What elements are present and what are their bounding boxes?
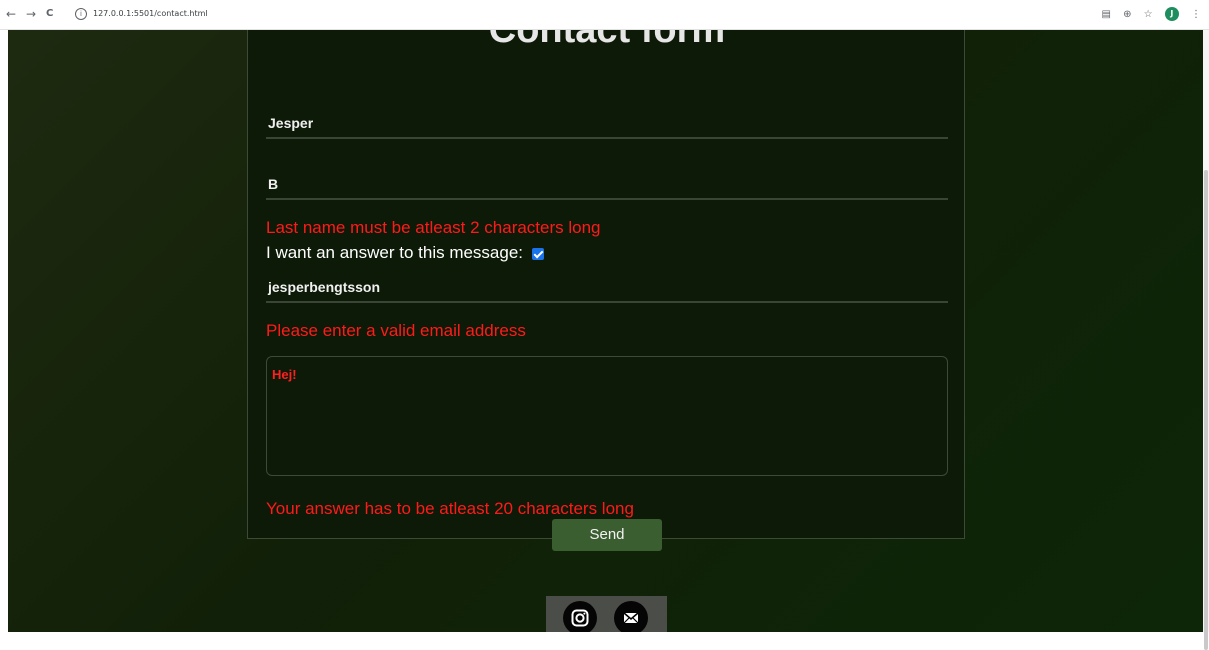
toolbar-icons: ▤ ⊕ ☆ J ⋮ <box>1092 7 1201 23</box>
instagram-link[interactable] <box>563 601 597 632</box>
zoom-icon[interactable]: ⊕ <box>1123 9 1131 20</box>
menu-kebab-icon[interactable]: ⋮ <box>1191 9 1201 20</box>
send-button[interactable]: Send <box>552 519 662 551</box>
mail-link[interactable] <box>614 601 648 632</box>
first-name-input[interactable]: Jesper <box>266 103 948 139</box>
message-error: Your answer has to be atleast 20 charact… <box>266 499 634 518</box>
url-text: 127.0.0.1:5501/contact.html <box>93 9 208 18</box>
answer-checkbox-row: I want an answer to this message: <box>266 243 544 263</box>
browser-toolbar: ← → C i 127.0.0.1:5501/contact.html ▤ ⊕ ☆… <box>0 0 1209 30</box>
form-title: Contact form <box>488 30 726 51</box>
back-button[interactable]: ← <box>6 6 16 22</box>
message-value: Hej! <box>272 367 297 382</box>
reload-button[interactable]: C <box>46 6 53 22</box>
answer-checkbox[interactable] <box>531 247 544 260</box>
mail-icon <box>623 612 639 624</box>
scrollbar-thumb[interactable] <box>1204 170 1208 650</box>
email-value: jesperbengtsson <box>268 279 381 295</box>
page-viewport: Contact form Jesper B Last name must be … <box>8 30 1203 632</box>
profile-avatar[interactable]: J <box>1164 7 1179 21</box>
forward-button[interactable]: → <box>26 6 36 22</box>
instagram-icon <box>571 609 589 627</box>
page-scrollbar[interactable] <box>1203 30 1209 650</box>
email-error: Please enter a valid email address <box>266 321 526 340</box>
first-name-value: Jesper <box>268 115 314 131</box>
last-name-error: Last name must be atleast 2 characters l… <box>266 218 601 237</box>
info-icon[interactable]: i <box>75 7 87 20</box>
last-name-input[interactable]: B <box>266 164 948 200</box>
bookmark-star-icon[interactable]: ☆ <box>1144 9 1153 20</box>
email-input[interactable]: jesperbengtsson <box>266 267 948 303</box>
answer-checkbox-label: I want an answer to this message: <box>266 243 524 262</box>
last-name-value: B <box>268 176 279 192</box>
translate-icon[interactable]: ▤ <box>1101 9 1110 20</box>
address-bar[interactable]: i 127.0.0.1:5501/contact.html <box>75 6 1105 22</box>
footer-social-bar <box>546 596 667 632</box>
contact-form: Contact form Jesper B Last name must be … <box>247 30 965 551</box>
message-textarea[interactable]: Hej! <box>266 356 948 476</box>
